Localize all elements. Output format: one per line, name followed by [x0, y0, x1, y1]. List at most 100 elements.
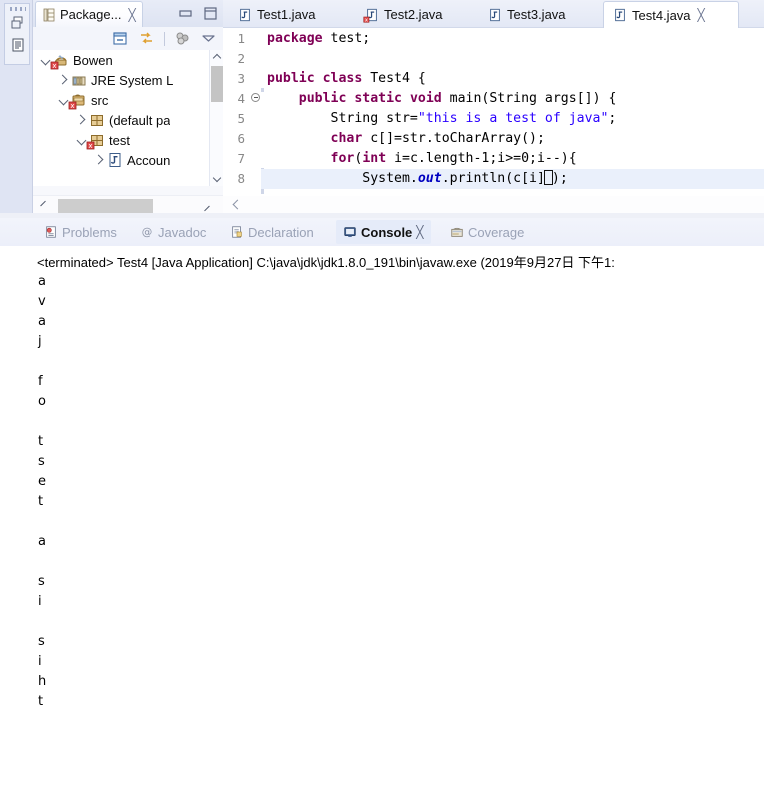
tree-item-default-pa[interactable]: (default pa	[33, 110, 223, 130]
package-icon	[89, 112, 107, 128]
editor-horizontal-scrollbar[interactable]	[223, 196, 764, 213]
editor-tab-label: Test3.java	[507, 7, 566, 22]
code-token: public	[267, 71, 315, 86]
code-line-7[interactable]: for(int i=c.length-1;i>=0;i--){	[261, 149, 764, 169]
close-icon[interactable]: ╳	[416, 225, 423, 239]
console-tab-coverage[interactable]: Coverage	[443, 220, 531, 244]
line-number: 6	[237, 131, 245, 146]
package-explorer-icon	[42, 8, 56, 22]
console-output-line: o	[38, 394, 46, 409]
collapse-all-icon[interactable]	[112, 30, 129, 47]
console-output-line: v	[38, 294, 46, 309]
editor-tab-test2[interactable]: x Test2.java	[356, 1, 474, 28]
focus-on-active-task-icon[interactable]	[174, 30, 191, 47]
tree-hscroll-thumb[interactable]	[58, 199, 153, 213]
tree-item-label: Bowen	[73, 52, 113, 68]
console-tab-console[interactable]: Console ╳	[336, 220, 431, 244]
code-line-5[interactable]: String str="this is a test of java";	[261, 109, 764, 129]
expand-arrow-icon[interactable]	[93, 150, 107, 170]
console-tab-label: Console	[361, 224, 413, 240]
code-token: static	[354, 91, 402, 106]
code-text[interactable]: package test; public class Test4 { public…	[261, 28, 764, 196]
fast-view-box[interactable]	[4, 3, 30, 65]
code-token: Test4 {	[362, 71, 426, 86]
svg-text:@: @	[142, 227, 153, 239]
editor-tab-test1[interactable]: Test1.java	[229, 1, 347, 28]
tree-item-src[interactable]: x src	[33, 90, 223, 110]
view-window-buttons	[177, 5, 219, 22]
package-explorer-icon[interactable]	[10, 37, 26, 53]
text-cursor	[543, 170, 553, 185]
code-line-3[interactable]: public class Test4 {	[261, 69, 764, 89]
line-number: 5	[237, 111, 245, 126]
maximize-icon[interactable]	[202, 5, 219, 22]
console-output-line: a	[38, 534, 46, 549]
coverage-icon	[450, 225, 464, 239]
expand-arrow-icon[interactable]	[75, 110, 89, 130]
java-file-icon	[613, 8, 627, 22]
console-output-line: f	[38, 374, 43, 389]
tree-item-accoun[interactable]: Accoun	[33, 150, 223, 170]
console-tab-label: Problems	[62, 224, 117, 240]
console-tab-label: Declaration	[248, 224, 314, 240]
console-view: Problems @ Javadoc Declaration Console ╳ Cover…	[0, 218, 764, 794]
line-number: 7	[237, 151, 245, 166]
collapse-fold-icon[interactable]	[251, 93, 260, 102]
code-token: String str=	[267, 111, 418, 126]
tree-item-label: test	[109, 132, 130, 148]
console-output-line: i	[38, 594, 42, 609]
project-tree[interactable]: x Bowen JRE System L x src (default pa x test Ac…	[33, 50, 223, 186]
tree-item-bowen[interactable]: x Bowen	[33, 50, 223, 70]
console-tab-javadoc[interactable]: @ Javadoc	[133, 220, 213, 244]
svg-text:x: x	[52, 62, 56, 70]
scroll-up-arrow[interactable]	[210, 50, 224, 65]
close-icon[interactable]: ╳	[128, 8, 135, 22]
close-icon[interactable]: ╳	[698, 8, 705, 22]
package-icon: x	[86, 132, 107, 150]
scroll-left-arrow[interactable]	[229, 196, 245, 213]
drag-handle-dots[interactable]	[10, 7, 26, 11]
code-token: void	[409, 91, 442, 106]
console-tab-declaration[interactable]: Declaration	[223, 220, 321, 244]
tree-vscroll-thumb[interactable]	[211, 66, 223, 102]
tree-horizontal-scrollbar[interactable]	[33, 195, 223, 215]
console-tab-problems[interactable]: Problems	[37, 220, 124, 244]
fold-marker[interactable]	[250, 88, 261, 108]
tree-item-test[interactable]: x test	[33, 130, 223, 150]
view-menu-icon[interactable]	[200, 30, 217, 47]
console-output-area[interactable]: <terminated> Test4 [Java Application] C:…	[0, 246, 764, 794]
editor-area: Test1.java x Test2.java Test3.java Test4.jav…	[223, 0, 764, 215]
line-number: 3	[237, 71, 245, 86]
package-explorer-tab-label: Package...	[60, 7, 122, 22]
tree-item-jre-system-l[interactable]: JRE System L	[33, 70, 223, 90]
code-token: public	[298, 91, 347, 106]
problems-icon	[44, 225, 58, 239]
code-token: );	[551, 171, 568, 186]
editor-tab-test3[interactable]: Test3.java	[479, 1, 597, 28]
code-editor[interactable]: 1 2 3 4 5 6 7 8 package test; public class Test4…	[223, 28, 764, 215]
code-line-6[interactable]: char c[]=str.toCharArray();	[261, 129, 764, 149]
package-explorer-tab[interactable]: Package... ╳	[35, 1, 143, 27]
svg-text:x: x	[70, 102, 74, 110]
code-line-4[interactable]: public static void main(String args[]) {	[261, 89, 764, 109]
terminated-status-line: <terminated> Test4 [Java Application] C:…	[37, 255, 615, 270]
restore-icon[interactable]	[10, 15, 26, 31]
code-line-1[interactable]: package test;	[261, 29, 764, 49]
code-line-2[interactable]	[261, 49, 764, 69]
tree-vertical-scrollbar[interactable]	[209, 50, 223, 186]
code-line-8[interactable]: System.out.println(c[i]);	[261, 169, 764, 189]
console-output-line: a	[38, 314, 46, 329]
minimize-icon[interactable]	[177, 5, 194, 22]
expand-arrow-icon[interactable]	[57, 70, 71, 90]
java-project-icon: x	[50, 52, 71, 70]
fast-view-bar	[0, 0, 33, 215]
code-token: for	[330, 151, 355, 166]
scroll-down-arrow[interactable]	[210, 171, 224, 186]
link-with-editor-icon[interactable]	[138, 30, 155, 47]
code-token: class	[322, 71, 363, 86]
editor-tab-test4[interactable]: Test4.java ╳	[603, 1, 739, 28]
svg-text:x: x	[88, 142, 92, 150]
console-output-line: s	[38, 634, 45, 649]
